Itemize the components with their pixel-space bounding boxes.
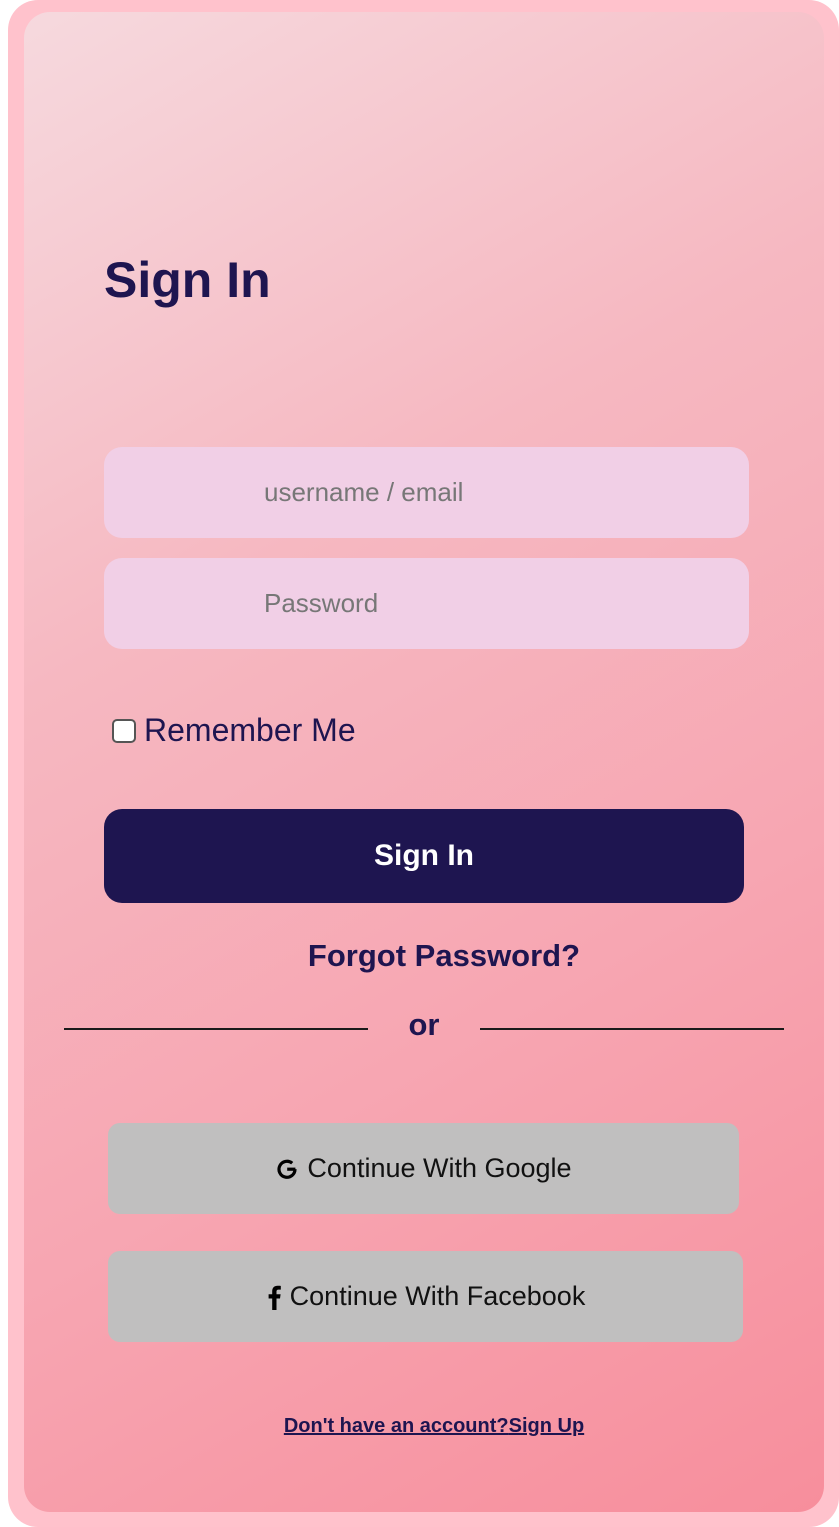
facebook-button-label: Continue With Facebook — [289, 1281, 586, 1311]
signup-prompt-text: Don't have an account? — [283, 1415, 509, 1437]
facebook-icon — [266, 1284, 282, 1310]
forgot-password-link[interactable]: Forgot Password? — [104, 938, 784, 974]
sign-up-link[interactable]: Sign Up — [509, 1415, 585, 1437]
remember-me-checkbox[interactable] — [112, 718, 136, 743]
continue-with-google-button[interactable]: Continue With Google — [108, 1123, 739, 1214]
google-button-label: Continue With Google — [307, 1153, 572, 1183]
divider-line-right — [480, 1028, 784, 1030]
divider-or-label: or — [408, 1007, 440, 1042]
remember-me-row[interactable]: Remember Me — [112, 712, 356, 749]
password-input[interactable] — [104, 558, 749, 649]
remember-me-label: Remember Me — [144, 712, 356, 748]
sign-in-button[interactable]: Sign In — [104, 809, 744, 903]
google-icon — [275, 1157, 299, 1181]
continue-with-facebook-button[interactable]: Continue With Facebook — [108, 1251, 743, 1342]
signup-prompt: Don't have an account?Sign Up — [104, 1415, 764, 1438]
divider-line-left — [64, 1028, 368, 1030]
page-title: Sign In — [104, 252, 271, 308]
username-input[interactable] — [104, 447, 749, 538]
